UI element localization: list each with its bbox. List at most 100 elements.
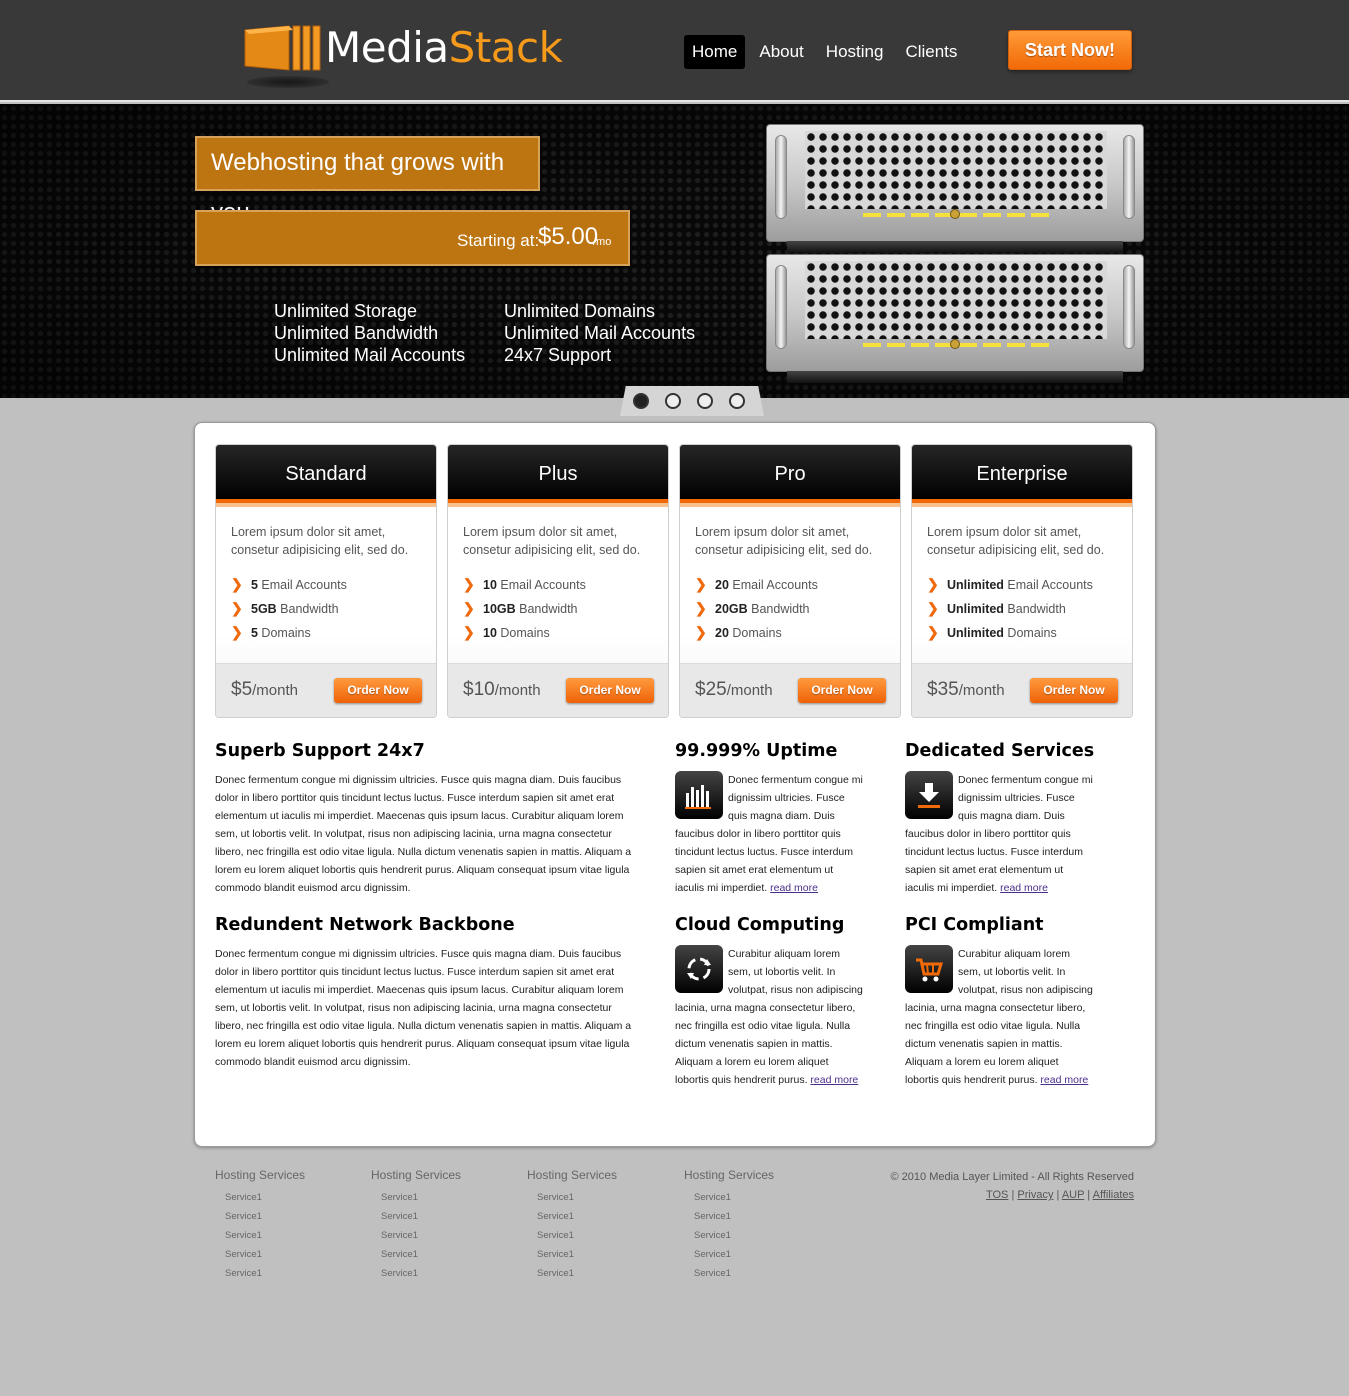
section-title-pci: PCI Compliant [905, 915, 1044, 935]
footer-column-heading: Hosting Services [684, 1168, 775, 1182]
plan-feature: ❯ 5 Email Accounts [231, 576, 347, 592]
hero-feature: Unlimited Storage [274, 301, 418, 321]
plan-features: ❯ 5 Email Accounts ❯ 5GB Bandwidth ❯ 5 Domain… [231, 575, 347, 647]
nav-home[interactable]: Home [684, 35, 746, 69]
section-cloud: Curabitur aliquam lorem sem, ut lobortis… [675, 945, 865, 1089]
plan-card-3: Enterprise Lorem ipsum dolor sit amet, c… [911, 444, 1133, 718]
footer-column: Hosting Services Service1 Service1 Service1… [684, 1168, 774, 1283]
chevron-right-icon: ❯ [231, 624, 243, 640]
hero-price-box: Starting at: $5.00 /mo [195, 210, 630, 266]
read-more-link[interactable]: read more [1000, 882, 1048, 894]
main-nav: Home About Hosting Clients [684, 35, 971, 69]
slide-dot-4[interactable] [729, 393, 745, 409]
footer-service-link[interactable]: Service1 [381, 1188, 461, 1207]
plan-description: Lorem ipsum dolor sit amet, consetur adi… [463, 525, 641, 557]
hero-tagline: Webhosting that grows with you [195, 136, 540, 226]
footer-service-link[interactable]: Service1 [694, 1188, 774, 1207]
plan-price: $35/month [927, 679, 1005, 700]
footer-service-link[interactable]: Service1 [225, 1264, 305, 1283]
footer-service-link[interactable]: Service1 [225, 1245, 305, 1264]
media-stack-logo-icon [244, 25, 321, 71]
section-uptime: Donec fermentum congue mi dignissim ultr… [675, 771, 865, 897]
order-now-button[interactable]: Order Now [334, 678, 422, 703]
hero-feature: Unlimited Mail Accounts [504, 323, 696, 343]
refresh-cycle-icon [675, 945, 723, 993]
footer-service-link[interactable]: Service1 [537, 1245, 617, 1264]
server-rack-image [766, 124, 1144, 253]
read-more-link[interactable]: read more [810, 1074, 858, 1086]
footer-service-link[interactable]: Service1 [537, 1226, 617, 1245]
plan-card-0: Standard Lorem ipsum dolor sit amet, con… [215, 444, 437, 718]
plan-footer: $10/month Order Now [448, 663, 668, 717]
footer-service-link[interactable]: Service1 [694, 1264, 774, 1283]
footer-service-link[interactable]: Service1 [381, 1245, 461, 1264]
footer-link-aup[interactable]: AUP [1062, 1189, 1084, 1201]
order-now-button[interactable]: Order Now [566, 678, 654, 703]
footer-service-link[interactable]: Service1 [537, 1188, 617, 1207]
footer-service-link[interactable]: Service1 [694, 1207, 774, 1226]
section-title-dedicated: Dedicated Services [905, 741, 1095, 761]
download-icon [905, 771, 953, 819]
chevron-right-icon: ❯ [927, 624, 939, 640]
footer-service-link[interactable]: Service1 [225, 1226, 305, 1245]
plan-price: $5/month [231, 679, 298, 700]
section-body-support: Donec fermentum congue mi dignissim ultr… [215, 774, 632, 894]
plan-feature: ❯ Unlimited Email Accounts [927, 576, 1093, 592]
nav-hosting[interactable]: Hosting [818, 35, 892, 69]
footer-copyright: © 2010 Media Layer Limited - All Rights … [891, 1168, 1135, 1204]
slide-dot-2[interactable] [665, 393, 681, 409]
footer-service-link[interactable]: Service1 [694, 1245, 774, 1264]
footer-service-link[interactable]: Service1 [381, 1264, 461, 1283]
logo[interactable]: MediaStack [243, 18, 573, 98]
shopping-cart-icon [905, 945, 953, 993]
chevron-right-icon: ❯ [463, 624, 475, 640]
footer-service-link[interactable]: Service1 [225, 1188, 305, 1207]
plan-footer: $25/month Order Now [680, 663, 900, 717]
plan-feature: ❯ Unlimited Bandwidth [927, 600, 1066, 616]
plan-name: Standard [216, 445, 436, 507]
footer-service-list: Service1 Service1 Service1 Service1 Service1 [225, 1188, 305, 1283]
plan-feature: ❯ 20 Domains [695, 624, 782, 640]
price-label: Starting at: [457, 231, 540, 250]
slide-dot-1[interactable] [633, 393, 649, 409]
hero-banner: Webhosting that grows with you Starting … [0, 104, 1349, 398]
plan-feature: ❯ 5GB Bandwidth [231, 600, 339, 616]
plan-card-2: Pro Lorem ipsum dolor sit amet, consetur… [679, 444, 901, 718]
logo-shadow [247, 76, 329, 88]
plan-card-1: Plus Lorem ipsum dolor sit amet, consetu… [447, 444, 669, 718]
plan-price: $25/month [695, 679, 773, 700]
plan-feature: ❯ 10 Email Accounts [463, 576, 586, 592]
nav-clients[interactable]: Clients [897, 35, 965, 69]
footer-link-privacy[interactable]: Privacy [1017, 1189, 1053, 1201]
plan-feature: ❯ 20 Email Accounts [695, 576, 818, 592]
hero-feature: 24x7 Support [504, 345, 612, 365]
footer-link-affiliates[interactable]: Affiliates [1093, 1189, 1134, 1201]
chevron-right-icon: ❯ [695, 624, 707, 640]
footer-link-tos[interactable]: TOS [986, 1189, 1008, 1201]
footer-service-link[interactable]: Service1 [381, 1226, 461, 1245]
read-more-link[interactable]: read more [770, 882, 818, 894]
plan-price: $10/month [463, 679, 541, 700]
chevron-right-icon: ❯ [695, 576, 707, 592]
footer-column: Hosting Services Service1 Service1 Service1… [215, 1168, 305, 1283]
chevron-right-icon: ❯ [463, 576, 475, 592]
plan-footer: $35/month Order Now [912, 663, 1132, 717]
section-title-network: Redundent Network Backbone [215, 915, 515, 935]
order-now-button[interactable]: Order Now [798, 678, 886, 703]
chevron-right-icon: ❯ [463, 600, 475, 616]
read-more-link[interactable]: read more [1040, 1074, 1088, 1086]
footer-service-link[interactable]: Service1 [537, 1207, 617, 1226]
start-now-button[interactable]: Start Now! [1008, 30, 1132, 70]
footer-service-link[interactable]: Service1 [537, 1264, 617, 1283]
slide-dot-3[interactable] [697, 393, 713, 409]
price-amount: $5.00 [538, 223, 599, 250]
footer-service-link[interactable]: Service1 [694, 1226, 774, 1245]
nav-about[interactable]: About [751, 35, 811, 69]
section-title-uptime: 99.999% Uptime [675, 741, 838, 761]
footer-service-link[interactable]: Service1 [225, 1207, 305, 1226]
order-now-button[interactable]: Order Now [1030, 678, 1118, 703]
slider-pagination [633, 393, 745, 409]
footer-column: Hosting Services Service1 Service1 Service1… [527, 1168, 617, 1283]
plan-name: Pro [680, 445, 900, 507]
footer-service-link[interactable]: Service1 [381, 1207, 461, 1226]
